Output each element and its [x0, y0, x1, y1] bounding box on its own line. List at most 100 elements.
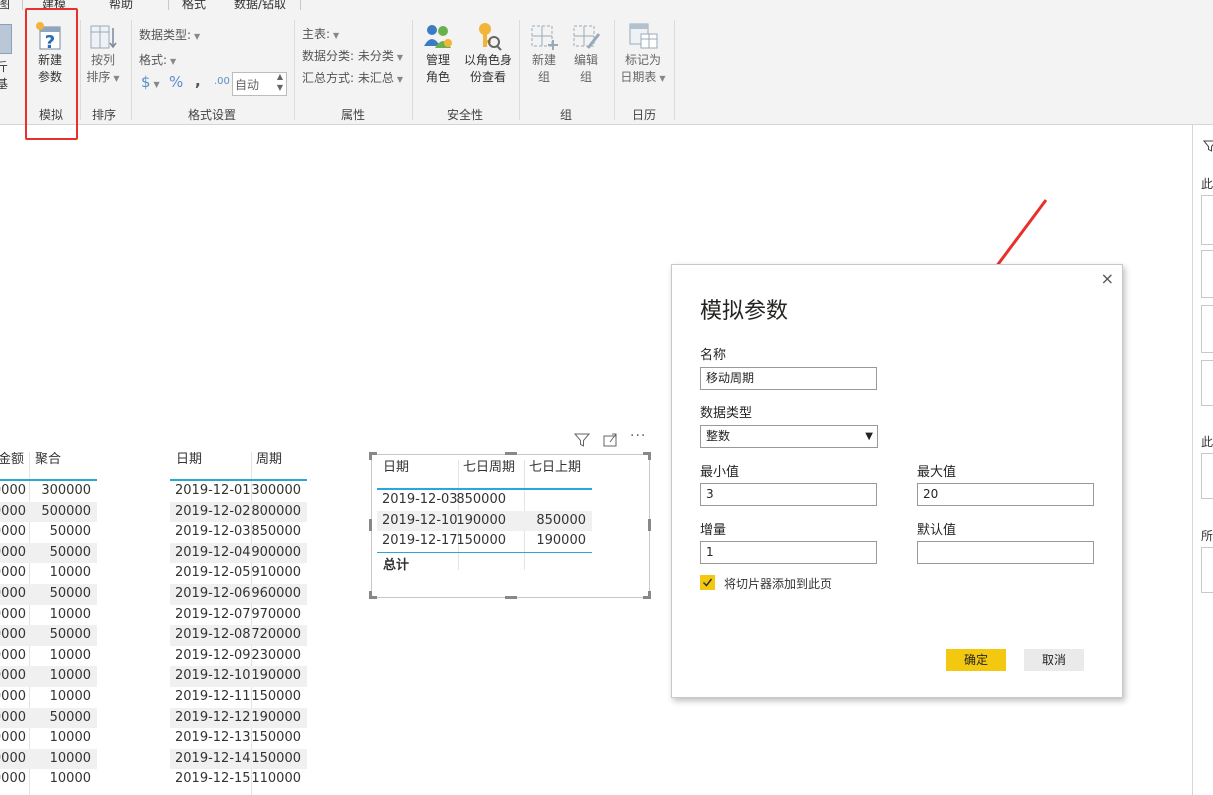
pane-section-label: 所 — [1201, 529, 1213, 543]
tab-help[interactable]: 帮助 — [109, 0, 133, 12]
chevron-down-icon: ▼ — [333, 31, 340, 40]
cancel-button[interactable]: 取消 — [1024, 649, 1084, 671]
focus-mode-icon[interactable] — [602, 432, 618, 450]
table-cell: 2019-12-13 — [175, 730, 251, 746]
column-header[interactable]: 七日周期 — [463, 460, 515, 490]
table-row: 2019-12-06 960000 — [170, 584, 307, 605]
chevron-down-icon[interactable]: ▼ — [277, 83, 283, 92]
resize-handle[interactable] — [369, 519, 372, 531]
checkmark-icon — [702, 578, 713, 587]
format-dropdown[interactable]: 格式: ▼ — [139, 51, 176, 68]
resize-handle[interactable] — [648, 519, 651, 531]
mark-as-date-table-button[interactable]: 标记为 日期表 ▼ — [615, 20, 671, 87]
column-header[interactable]: 日期 — [383, 460, 409, 490]
column-header[interactable]: 七日上期 — [529, 460, 581, 490]
visual-table: 日期 七日周期 七日上期 2019-12-03 850000 2019-12-10 1900… — [377, 460, 592, 573]
table-cell: 0000 — [0, 565, 26, 581]
table-cell: 10000 — [49, 565, 91, 581]
sort-by-column-button[interactable]: 按列 排序 ▼ — [75, 20, 131, 87]
column-header[interactable]: 金额 — [0, 452, 24, 482]
filter-card[interactable] — [1201, 250, 1213, 298]
data-category-dropdown[interactable]: 数据分类: 未分类 ▼ — [302, 47, 403, 64]
resize-handle[interactable] — [505, 452, 517, 455]
table-row: 0000 50000 — [0, 625, 97, 646]
default-label: 默认值 — [917, 523, 957, 538]
resize-handle[interactable] — [369, 591, 372, 599]
min-field[interactable]: 3 — [700, 483, 877, 506]
table-row: 0000 10000 — [0, 728, 97, 749]
filter-card[interactable] — [1201, 305, 1213, 353]
table-cell: 2019-12-05 — [175, 565, 251, 581]
table-cell: 0000 — [0, 709, 26, 725]
home-table-dropdown[interactable]: 主表: ▼ — [302, 25, 339, 42]
table-row: 0000 500000 — [0, 501, 97, 523]
highlight-box — [25, 8, 78, 140]
resize-handle[interactable] — [505, 596, 517, 599]
filter-card[interactable] — [1201, 195, 1213, 245]
tab-view[interactable]: 图 — [0, 0, 10, 12]
auto-label: 自动 — [235, 78, 260, 92]
partial-button-label[interactable]: 斤 基 — [0, 59, 8, 93]
filter-icon[interactable] — [573, 432, 591, 450]
data-type-dropdown[interactable]: 数据类型: ▼ — [139, 26, 200, 43]
table-row: 2019-12-03 850000 — [377, 490, 592, 511]
max-field[interactable]: 20 — [917, 483, 1094, 506]
chevron-down-icon: ▼ — [865, 431, 873, 442]
percent-button[interactable]: % — [169, 73, 183, 91]
close-icon[interactable]: × — [1101, 269, 1114, 288]
dialog-title: 模拟参数 — [700, 299, 789, 324]
tab-data-drill[interactable]: 数据/钻取 — [234, 0, 286, 12]
table-cell: 0000 — [0, 606, 26, 622]
decimal-places-stepper[interactable]: 自动 ▲ ▼ — [232, 72, 287, 96]
name-field[interactable]: 移动周期 — [700, 367, 877, 390]
edit-group-button[interactable]: 编辑 组 — [558, 20, 614, 86]
table-row: 2019-12-13 150000 — [170, 728, 307, 749]
table-cell: 50000 — [49, 544, 91, 560]
currency-button[interactable]: $ ▼ — [141, 73, 160, 91]
filter-card[interactable] — [1201, 547, 1213, 593]
table-cell: 960000 — [251, 586, 301, 601]
default-field[interactable] — [917, 541, 1094, 564]
datatype-select[interactable]: 整数 ▼ — [700, 425, 878, 448]
add-slicer-checkbox[interactable] — [700, 575, 715, 590]
table-cell: 0000 — [0, 503, 26, 519]
table-row: 0000 50000 — [0, 707, 97, 729]
table-row: 2019-12-03 850000 — [170, 522, 307, 543]
comma-button[interactable]: , — [195, 72, 201, 90]
group-label-properties: 属性 — [340, 108, 366, 122]
resize-handle[interactable] — [369, 452, 372, 460]
filter-icon[interactable] — [1203, 139, 1213, 153]
view-as-roles-button[interactable]: 以角色身 份查看 — [458, 20, 518, 86]
table-cell: 2019-12-07 — [175, 606, 251, 622]
pane-section-label: 此 — [1201, 177, 1213, 191]
summarize-by-dropdown[interactable]: 汇总方式: 未汇总 ▼ — [302, 69, 403, 86]
more-options-icon[interactable]: ··· — [630, 428, 646, 446]
left-table: 金额聚合 0000 300000 0000 500000 0000 50000 0000 500… — [0, 452, 98, 795]
tab-format[interactable]: 格式 — [182, 0, 206, 12]
resize-handle[interactable] — [648, 452, 651, 460]
table-cell: 230000 — [251, 647, 301, 663]
table-row: 2019-12-10 190000 — [170, 666, 307, 687]
table-cell: 0000 — [0, 730, 26, 746]
increment-field[interactable]: 1 — [700, 541, 877, 564]
resize-handle[interactable] — [648, 591, 651, 599]
column-header[interactable]: 聚合 — [35, 452, 61, 482]
column-header[interactable]: 日期 — [176, 452, 202, 482]
chevron-up-icon[interactable]: ▲ — [277, 72, 283, 81]
table-row: 0000 10000 — [0, 687, 97, 708]
table-cell: 10000 — [49, 689, 91, 704]
group-separator — [131, 20, 132, 120]
table-cell: 500000 — [41, 503, 91, 519]
table-cell: 800000 — [251, 503, 301, 519]
matrix-visual[interactable]: 日期 七日周期 七日上期 2019-12-03 850000 2019-12-10 1900… — [371, 454, 650, 598]
table-row: 2019-12-07 970000 — [170, 605, 307, 626]
decimal-button[interactable]: .00 — [214, 76, 230, 87]
add-slicer-label[interactable]: 将切片器添加到此页 — [724, 575, 832, 592]
filter-card[interactable] — [1201, 453, 1213, 499]
column-header[interactable]: 周期 — [256, 452, 282, 482]
group-label-groups: 组 — [559, 108, 573, 122]
table-cell: 0000 — [0, 689, 26, 704]
ok-button[interactable]: 确定 — [946, 649, 1006, 671]
table-cell: 2019-12-08 — [175, 627, 251, 643]
filter-card[interactable] — [1201, 360, 1213, 406]
